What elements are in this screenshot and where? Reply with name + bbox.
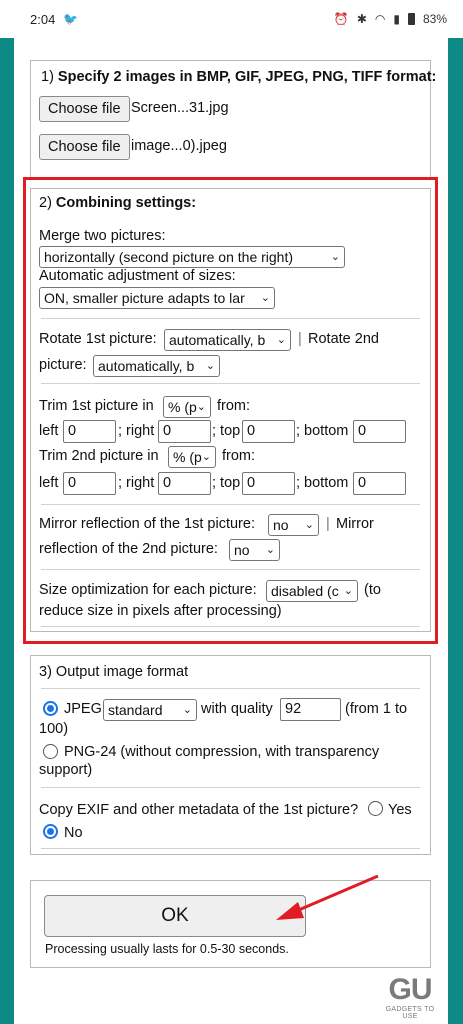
file2-name: image...0).jpeg <box>131 138 227 154</box>
quality-input[interactable]: 92 <box>280 698 341 721</box>
choose-file-1-button[interactable]: Choose file <box>39 96 130 122</box>
wifi-icon: ◠ <box>374 12 386 26</box>
status-icons: ⏰ ✱ ◠ ▮ 83% <box>334 12 447 26</box>
gadgets-to-use-logo: GU <box>388 973 433 1006</box>
choose-file-2-button[interactable]: Choose file <box>39 134 130 160</box>
divider <box>41 787 420 788</box>
divider <box>41 848 420 849</box>
bluetooth-icon: ✱ <box>356 12 367 26</box>
exif-label: Copy EXIF and other metadata of the 1st … <box>39 802 359 818</box>
section3-heading: 3) Output image format <box>39 664 189 680</box>
battery-percent: 83% <box>422 12 447 26</box>
divider <box>41 688 420 689</box>
file1-name: Screen...31.jpg <box>131 100 229 116</box>
exif-no-radio[interactable] <box>43 824 58 839</box>
watermark-text: GADGETS TO USE <box>385 1006 435 1020</box>
jpeg-radio[interactable] <box>43 701 58 716</box>
jpeg-label: JPEG <box>64 701 102 717</box>
quality-range-cont: 100) <box>39 721 69 737</box>
watermark-logo: GU GADGETS TO USE <box>380 973 440 1021</box>
png-label: PNG-24 (without compression, with transp… <box>64 744 380 760</box>
exif-yes-label: Yes <box>388 802 412 818</box>
exif-yes-radio[interactable] <box>368 801 383 816</box>
status-time: 2:04 <box>30 11 56 27</box>
quality-range: (from 1 to <box>345 701 408 717</box>
section-specify-images: 1) Specify 2 images in BMP, GIF, JPEG, P… <box>30 60 436 178</box>
png-label-cont: support) <box>39 762 93 778</box>
section-output-format: 3) Output image format JPEG standard ⌄ wi… <box>30 655 431 855</box>
alarm-icon: ⏰ <box>333 12 349 26</box>
twitter-icon: 🐦 <box>63 12 79 26</box>
annotation-arrow-icon <box>276 874 379 920</box>
page-content: 1) Specify 2 images in BMP, GIF, JPEG, P… <box>14 38 448 1024</box>
signal-icon: ▮ <box>393 12 400 26</box>
status-bar: 2:04 🐦 ⏰ ✱ ◠ ▮ 83% <box>0 0 463 38</box>
quality-label: with quality <box>201 701 273 717</box>
chevron-down-icon: ⌄ <box>182 704 192 716</box>
png-radio[interactable] <box>43 744 58 759</box>
highlight-frame <box>23 177 438 644</box>
jpeg-mode-select[interactable]: standard ⌄ <box>103 699 197 721</box>
processing-note: Processing usually lasts for 0.5-30 seco… <box>45 942 289 956</box>
section1-heading: 1) Specify 2 images in BMP, GIF, JPEG, P… <box>41 69 437 85</box>
exif-no-label: No <box>64 825 83 841</box>
battery-icon <box>407 13 415 25</box>
